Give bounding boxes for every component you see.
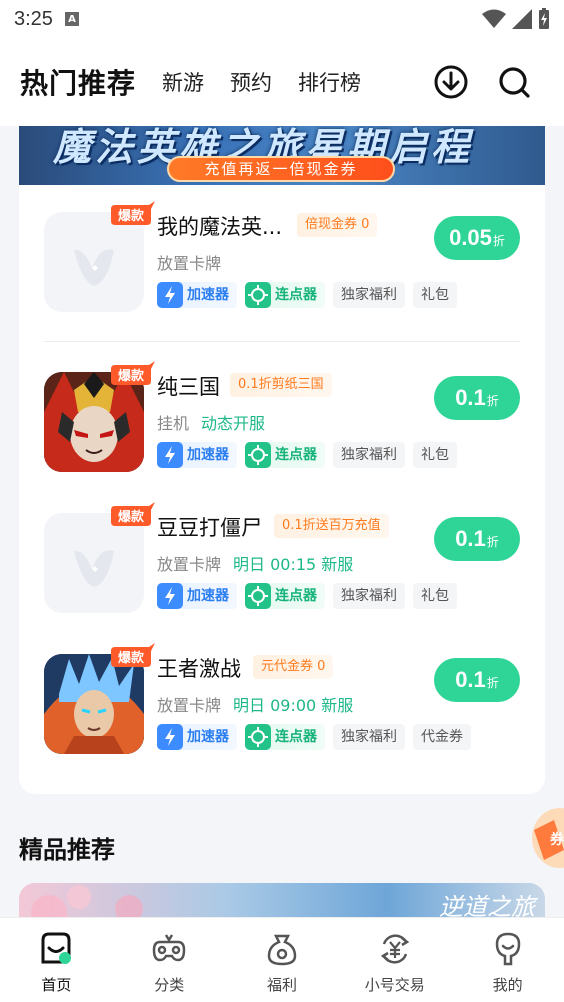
tag-exclusive: 独家福利 (333, 724, 405, 750)
tag-gift: 礼包 (413, 282, 457, 308)
signal-icon (512, 9, 532, 29)
nav-account-trade[interactable]: 小号交易 (338, 918, 451, 1002)
nav-category[interactable]: 分类 (113, 918, 226, 1002)
gift-bag-icon (267, 934, 297, 966)
lightning-icon (157, 442, 183, 468)
game-row[interactable]: 爆款 王者激战 元代金券 0 放置卡牌 明日 09:00 新服 加速器 连点器 独… (19, 628, 545, 768)
tab-ranking[interactable]: 排行榜 (298, 67, 361, 97)
tag-exclusive: 独家福利 (333, 442, 405, 468)
game-row[interactable]: 爆款 我的魔法英... 倍现金券 0 放置卡牌 加速器 连点器 独家福利 礼包 … (19, 186, 545, 326)
promo-tag: 0.1折剪纸三国 (230, 373, 332, 397)
tag-auto-clicker: 连点器 (245, 583, 325, 609)
top-header: 热门推荐 新游 预约 排行榜 (0, 38, 564, 126)
game-name: 纯三国 (157, 375, 220, 399)
hot-badge-icon: 爆款 (111, 361, 155, 385)
crosshair-icon (245, 724, 271, 750)
tag-accelerator: 加速器 (157, 442, 237, 468)
svg-text:爆款: 爆款 (118, 208, 145, 224)
promo-tag: 元代金券 0 (253, 655, 334, 679)
hot-badge-icon: 爆款 (111, 201, 155, 225)
lightning-icon (157, 282, 183, 308)
floating-gift-icon[interactable]: 券 (520, 800, 564, 870)
status-time: 3:25 (14, 7, 53, 30)
hot-badge-icon: 爆款 (111, 502, 155, 526)
warrior-portrait-icon (44, 372, 144, 472)
nav-label: 小号交易 (364, 976, 425, 994)
discount-button[interactable]: 0.05折 (434, 216, 520, 260)
tag-auto-clicker: 连点器 (245, 724, 325, 750)
download-icon[interactable] (433, 64, 469, 100)
divider (44, 341, 520, 342)
nav-label: 首页 (41, 976, 72, 994)
discount-button[interactable]: 0.1折 (434, 517, 520, 561)
svg-text:券: 券 (550, 831, 564, 848)
discount-button[interactable]: 0.1折 (434, 376, 520, 420)
crosshair-icon (245, 442, 271, 468)
game-meta: 挂机 动态开服 (157, 414, 266, 433)
discount-button[interactable]: 0.1折 (434, 658, 520, 702)
tag-gift: 礼包 (413, 442, 457, 468)
tag-accelerator: 加速器 (157, 724, 237, 750)
game-meta: 放置卡牌 明日 09:00 新服 (157, 696, 354, 715)
crosshair-icon (245, 583, 271, 609)
section-title: 精品推荐 (19, 836, 115, 864)
battery-icon (539, 8, 549, 29)
feature-tags: 加速器 连点器 独家福利 礼包 (157, 282, 457, 308)
crosshair-icon (245, 282, 271, 308)
hot-games-card: 魔法英雄之旅星期启程 充值再返一倍现金券 爆款 我的魔法英... 倍现金券 0 … (19, 126, 545, 794)
game-name: 王者激战 (157, 657, 241, 681)
svg-text:爆款: 爆款 (118, 368, 145, 384)
tag-accelerator: 加速器 (157, 282, 237, 308)
gamepad-icon (152, 934, 186, 962)
hot-badge-icon: 爆款 (111, 643, 155, 667)
nav-label: 我的 (492, 976, 523, 994)
game-meta: 放置卡牌 明日 00:15 新服 (157, 555, 354, 574)
tab-reservation[interactable]: 预约 (230, 67, 272, 97)
svg-text:爆款: 爆款 (118, 650, 145, 666)
game-row[interactable]: 爆款 纯三国 0.1折剪纸三国 挂机 动态开服 加速器 连点器 独家福利 礼包 0… (19, 346, 545, 486)
tag-auto-clicker: 连点器 (245, 442, 325, 468)
svg-text:爆款: 爆款 (118, 509, 145, 525)
nav-home[interactable]: 首页 (0, 918, 113, 1002)
nav-label: 福利 (266, 976, 297, 994)
game-meta: 放置卡牌 (157, 254, 222, 273)
lightning-icon (157, 583, 183, 609)
bottom-navigation: 首页 分类 福利 小号交易 我的 (0, 917, 564, 1002)
nav-label: 分类 (154, 976, 185, 994)
search-icon[interactable] (496, 64, 532, 100)
notification-a-icon: A (64, 12, 79, 26)
tag-exclusive: 独家福利 (333, 282, 405, 308)
profile-icon (495, 932, 520, 966)
placeholder-logo-icon (44, 212, 144, 312)
feature-tags: 加速器 连点器 独家福利 礼包 (157, 442, 457, 468)
nav-mine[interactable]: 我的 (451, 918, 564, 1002)
game-row[interactable]: 爆款 豆豆打僵尸 0.1折送百万充值 放置卡牌 明日 00:15 新服 加速器 连… (19, 487, 545, 627)
page-title: 热门推荐 (20, 67, 137, 100)
promo-banner[interactable]: 魔法英雄之旅星期启程 充值再返一倍现金券 (19, 126, 545, 185)
wifi-icon (482, 9, 506, 28)
feature-tags: 加速器 连点器 独家福利 代金券 (157, 724, 471, 750)
tag-gift: 礼包 (413, 583, 457, 609)
promo-tag: 倍现金券 0 (297, 213, 378, 237)
saiyan-portrait-icon (44, 654, 144, 754)
tag-auto-clicker: 连点器 (245, 282, 325, 308)
tag-accelerator: 加速器 (157, 583, 237, 609)
yuan-exchange-icon (380, 934, 409, 964)
tag-exclusive: 独家福利 (333, 583, 405, 609)
tab-new-games[interactable]: 新游 (162, 67, 204, 97)
game-name: 豆豆打僵尸 (157, 516, 262, 540)
promo-tag: 0.1折送百万充值 (274, 514, 389, 538)
game-name: 我的魔法英... (157, 215, 283, 239)
banner-pill: 充值再返一倍现金券 (167, 156, 395, 182)
status-bar: 3:25 A (0, 0, 564, 38)
feature-tags: 加速器 连点器 独家福利 礼包 (157, 583, 457, 609)
home-icon (41, 932, 72, 964)
tag-voucher: 代金券 (413, 724, 471, 750)
nav-welfare[interactable]: 福利 (226, 918, 339, 1002)
status-icons (482, 8, 550, 30)
lightning-icon (157, 724, 183, 750)
placeholder-logo-icon (44, 513, 144, 613)
